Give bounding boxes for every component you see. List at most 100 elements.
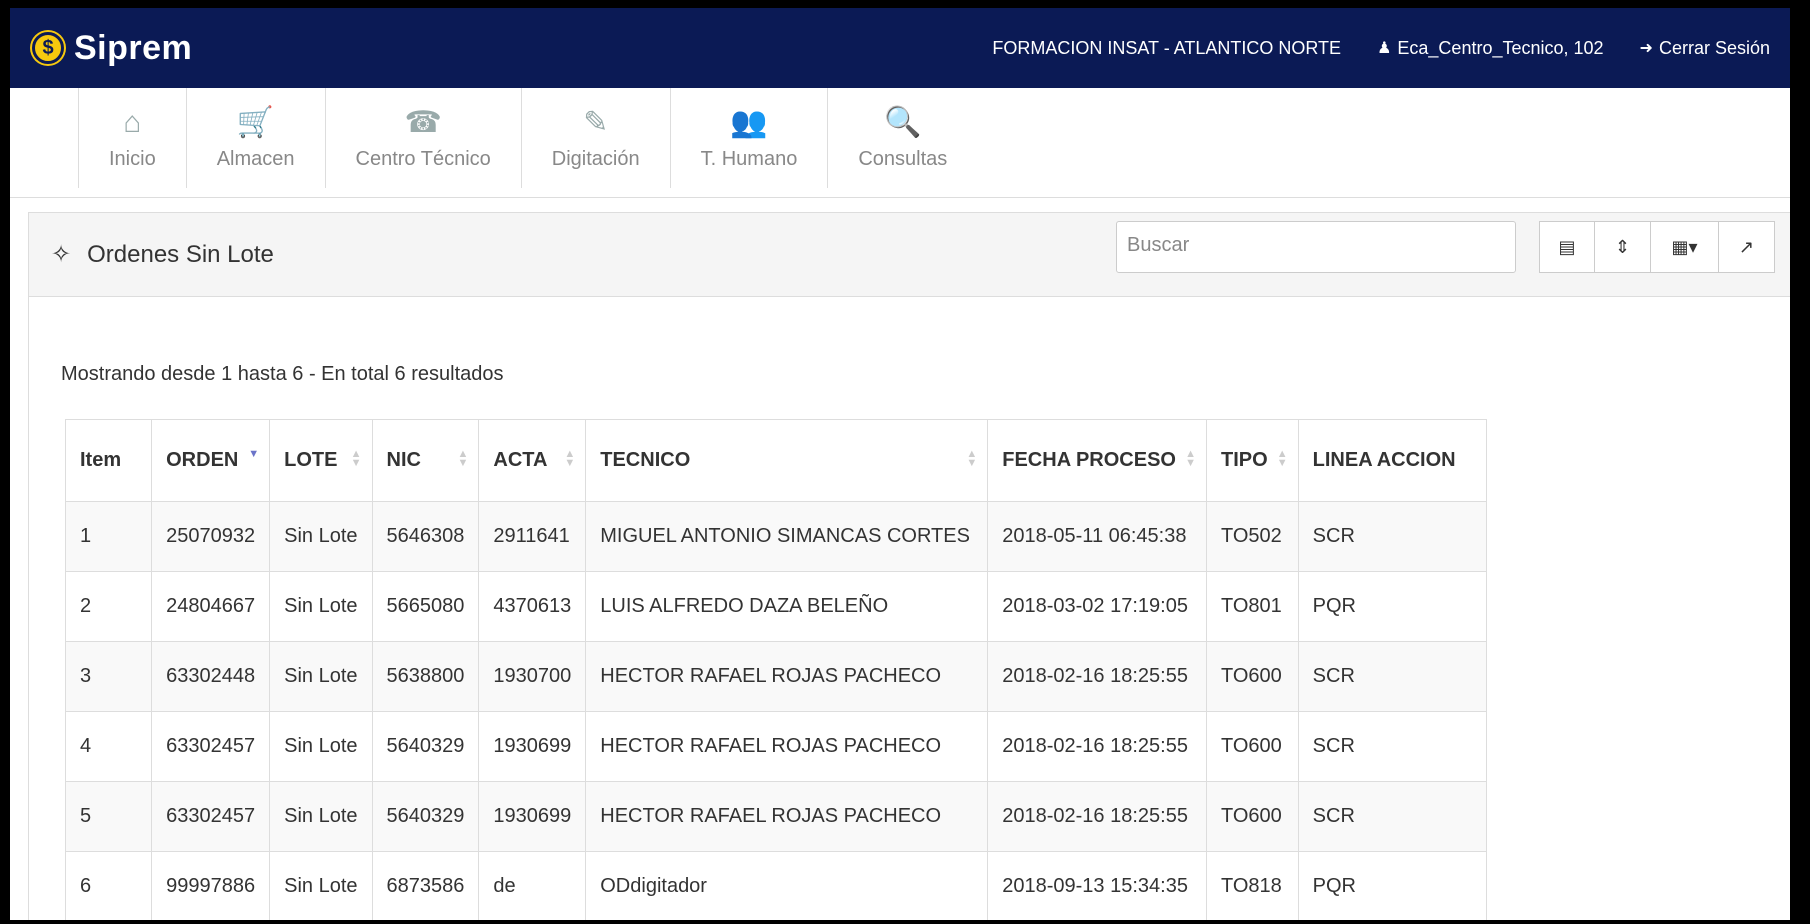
panel-title: Ordenes Sin Lote [87, 240, 274, 268]
cell-nic: 6873586 [371, 851, 480, 920]
main-menu: ⌂ Inicio 🛒 Almacen ☎ Centro Técnico ✎ Di… [10, 88, 1790, 198]
columns-button[interactable]: ▦▾ [1651, 221, 1719, 273]
cell-acta: 1930700 [478, 641, 587, 712]
cell-tipo: TO801 [1205, 571, 1299, 642]
col-label: TIPO [1220, 449, 1268, 471]
cell-tipo: TO600 [1205, 781, 1299, 852]
table-toolbar: ▤ ⇕ ▦▾ ↗ [1539, 221, 1775, 273]
menu-item-label: Inicio [109, 147, 156, 170]
col-label: ACTA [493, 449, 548, 471]
table-row[interactable]: 1 25070932 Sin Lote 5646308 2911641 MIGU… [64, 501, 1487, 572]
users-icon: 👥 [730, 105, 768, 139]
brand-name: Siprem [74, 28, 193, 67]
cell-tipo: TO600 [1205, 641, 1299, 712]
sort-icon: ▲ ▼ [1185, 448, 1196, 469]
cell-tipo: TO600 [1205, 711, 1299, 782]
sort-button[interactable]: ⇕ [1595, 221, 1651, 273]
cell-linea: SCR [1297, 501, 1487, 572]
search-icon: 🔍 [884, 105, 922, 139]
cell-item: 1 [64, 501, 153, 572]
menu-item-label: Almacen [216, 147, 295, 170]
cell-tecnico: HECTOR RAFAEL ROJAS PACHECO [585, 781, 989, 852]
cell-orden: 24804667 [151, 571, 271, 642]
toggle-view-button[interactable]: ▤ [1539, 221, 1595, 273]
user-icon: ♟ [1377, 40, 1392, 57]
menu-item-almacen[interactable]: 🛒 Almacen [185, 88, 325, 188]
export-button[interactable]: ↗ [1719, 221, 1775, 273]
cell-acta: 2911641 [478, 501, 587, 572]
cell-acta: 1930699 [478, 711, 587, 782]
results-summary: Mostrando desde 1 hasta 6 - En total 6 r… [61, 363, 504, 385]
topbar-right: FORMACION INSAT - ATLANTICO NORTE ♟ Eca_… [992, 38, 1770, 59]
cell-nic: 5665080 [371, 571, 480, 642]
cell-fecha: 2018-02-16 18:25:55 [987, 781, 1207, 852]
table-body: 1 25070932 Sin Lote 5646308 2911641 MIGU… [64, 501, 1487, 920]
col-tipo[interactable]: TIPO ▲ ▼ [1205, 419, 1299, 502]
top-navbar: $ Siprem FORMACION INSAT - ATLANTICO NOR… [10, 8, 1790, 88]
logout-label: Cerrar Sesión [1658, 37, 1770, 58]
cell-tecnico: HECTOR RAFAEL ROJAS PACHECO [585, 641, 989, 712]
table-row[interactable]: 3 63302448 Sin Lote 5638800 1930700 HECT… [64, 641, 1487, 712]
cell-lote: Sin Lote [269, 501, 373, 572]
cell-linea: PQR [1297, 571, 1487, 642]
cell-lote: Sin Lote [269, 641, 373, 712]
org-name: FORMACION INSAT - ATLANTICO NORTE [992, 37, 1342, 58]
cell-acta: 1930699 [478, 781, 587, 852]
col-label: LINEA ACCION [1312, 449, 1456, 471]
cell-item: 4 [64, 711, 153, 782]
col-fecha-proceso[interactable]: FECHA PROCESO ▲ ▼ [987, 419, 1207, 502]
orders-panel: ✧ Ordenes Sin Lote Buscar ▤ ⇕ ▦▾ ↗ Mostr… [28, 212, 1790, 920]
menu-item-consultas[interactable]: 🔍 Consultas [827, 88, 977, 188]
grid-icon: ▦▾ [1671, 236, 1698, 257]
sort-desc-icon: ▼ [248, 448, 260, 460]
menu-item-digitacion[interactable]: ✎ Digitación [520, 88, 670, 188]
menu-item-centro-tecnico[interactable]: ☎ Centro Técnico [324, 88, 521, 188]
org-label: FORMACION INSAT - ATLANTICO NORTE [992, 38, 1341, 59]
brand[interactable]: $ Siprem [32, 29, 192, 68]
cell-lote: Sin Lote [269, 571, 373, 642]
menu-item-t-humano[interactable]: 👥 T. Humano [669, 88, 828, 188]
col-label: LOTE [284, 449, 338, 471]
menu-item-label: Digitación [551, 147, 640, 170]
col-item[interactable]: Item [64, 419, 153, 502]
table-row[interactable]: 5 63302457 Sin Lote 5640329 1930699 HECT… [64, 781, 1487, 852]
table-row[interactable]: 4 63302457 Sin Lote 5640329 1930699 HECT… [64, 711, 1487, 782]
table-row[interactable]: 2 24804667 Sin Lote 5665080 4370613 LUIS… [64, 571, 1487, 642]
cell-orden: 63302457 [151, 711, 271, 782]
menu-item-label: Centro Técnico [355, 147, 491, 170]
cell-lote: Sin Lote [269, 851, 373, 920]
search-input[interactable]: Buscar [1116, 221, 1516, 273]
col-lote[interactable]: LOTE ▲ ▼ [269, 419, 373, 502]
cell-item: 3 [64, 641, 153, 712]
menu-item-label: T. Humano [700, 147, 798, 170]
cell-linea: SCR [1297, 711, 1487, 782]
cell-tipo: TO818 [1205, 851, 1299, 920]
cell-orden: 63302457 [151, 781, 271, 852]
col-label: FECHA PROCESO [1002, 449, 1176, 471]
share-icon: ↗ [1738, 236, 1755, 257]
col-nic[interactable]: NIC ▲ ▼ [371, 419, 480, 502]
cell-linea: SCR [1297, 641, 1487, 712]
list-icon: ▤ [1558, 236, 1576, 257]
col-label: NIC [386, 449, 421, 471]
col-label: ORDEN [166, 449, 239, 471]
phone-icon: ☎ [404, 105, 442, 139]
col-tecnico[interactable]: TECNICO ▲ ▼ [585, 419, 989, 502]
cell-acta: 4370613 [478, 571, 587, 642]
cell-item: 2 [64, 571, 153, 642]
cell-tipo: TO502 [1205, 501, 1299, 572]
cell-linea: PQR [1297, 851, 1487, 920]
col-linea-accion[interactable]: LINEA ACCION [1297, 419, 1487, 502]
cell-nic: 5638800 [371, 641, 480, 712]
col-acta[interactable]: ACTA ▲ ▼ [478, 419, 587, 502]
home-icon: ⌂ [123, 105, 142, 139]
menu-item-inicio[interactable]: ⌂ Inicio [78, 88, 186, 188]
table-row[interactable]: 6 99997886 Sin Lote 6873586 de ODdigitad… [64, 851, 1487, 920]
sort-icon: ▲ ▼ [966, 448, 978, 469]
cell-fecha: 2018-05-11 06:45:38 [987, 501, 1207, 572]
cell-fecha: 2018-03-02 17:19:05 [987, 571, 1207, 642]
user-menu[interactable]: ♟ Eca_Centro_Tecnico, 102 [1377, 38, 1603, 59]
logout-link[interactable]: ➜ Cerrar Sesión [1640, 38, 1770, 59]
orders-table: Item ORDEN ▼ LOTE ▲ ▼ NIC ▲ ▼ ACTA ▲ ▼ TECNICO ▲… [64, 419, 1487, 920]
col-orden[interactable]: ORDEN ▼ [151, 419, 271, 502]
